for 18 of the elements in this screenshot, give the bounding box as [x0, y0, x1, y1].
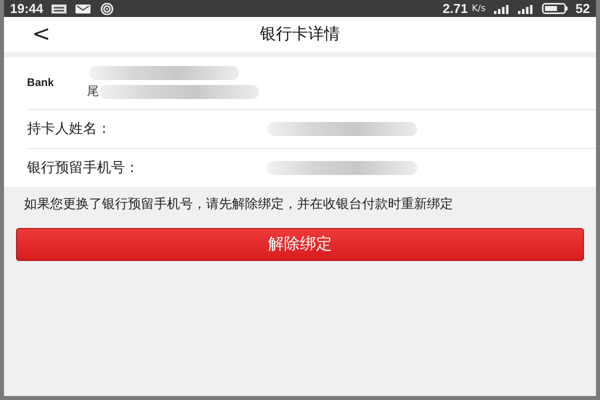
field-label: 持卡人姓名：	[27, 120, 112, 138]
battery-text: 52	[576, 1, 590, 16]
speed-text: 2.71	[442, 1, 468, 16]
signal-icon	[494, 4, 510, 14]
mail-icon	[75, 4, 92, 14]
clock-text: 19:44	[10, 1, 44, 16]
notice-text: 如果您更换了银行预留手机号，请先解除绑定，并在收银台付款时重新绑定	[23, 196, 454, 212]
speed-unit: K/s	[472, 4, 486, 14]
back-button[interactable]: <	[32, 22, 50, 47]
keyboard-icon	[51, 4, 68, 14]
field-label: 银行预留手机号：	[27, 159, 140, 177]
bank-logo: Bank	[27, 77, 55, 89]
battery-icon	[542, 3, 568, 14]
hotspot-icon	[99, 2, 116, 14]
signal-icon	[518, 4, 534, 14]
tail-label: 尾	[87, 83, 99, 100]
unbind-button[interactable]: 解除绑定	[16, 228, 584, 261]
page-title: 银行卡详情	[260, 24, 340, 45]
